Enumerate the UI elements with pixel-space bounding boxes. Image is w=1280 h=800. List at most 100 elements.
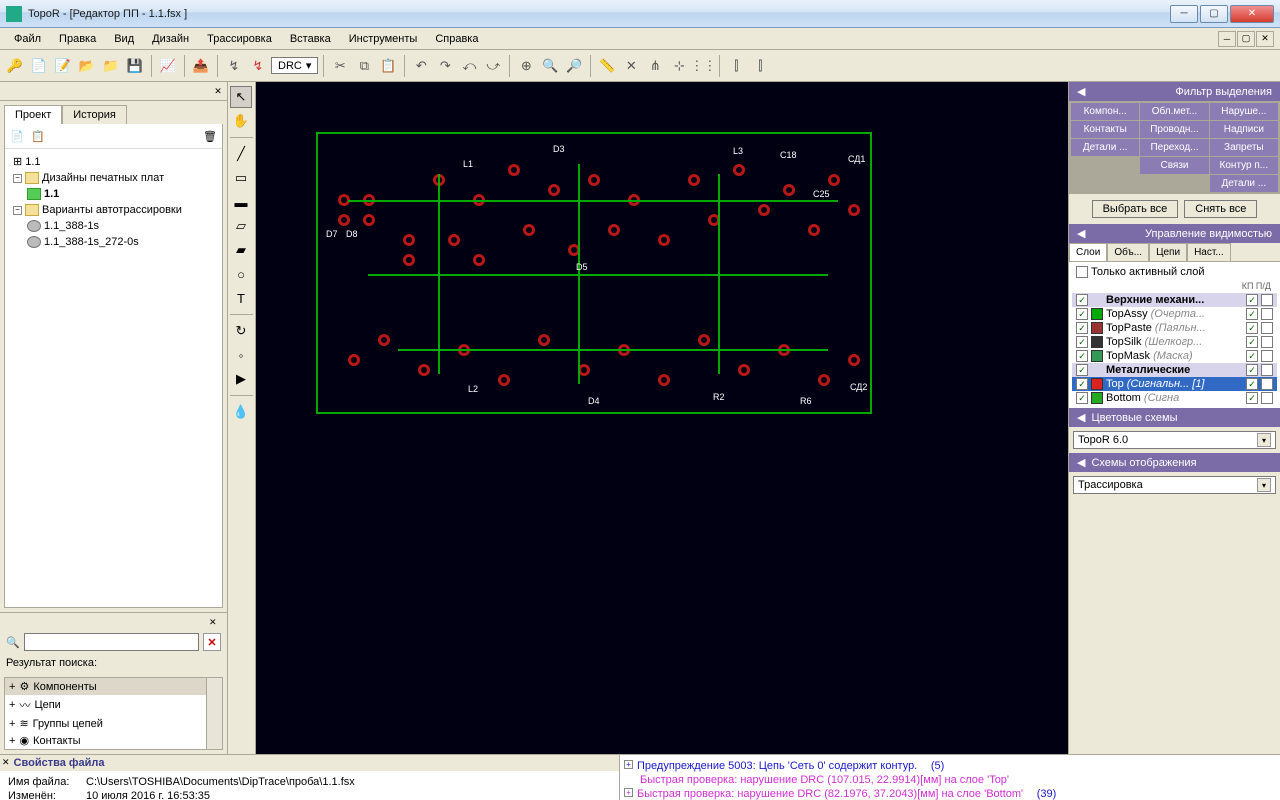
layer-cb2[interactable]: ✓ [1246, 392, 1258, 404]
undo-icon[interactable]: ↶ [410, 55, 432, 77]
zoomout-icon[interactable]: 🔎 [563, 55, 585, 77]
poly2-tool-icon[interactable]: ▰ [230, 239, 252, 261]
vis-tab-objects[interactable]: Объ... [1107, 243, 1149, 261]
filter-wires[interactable]: Проводн... [1140, 121, 1208, 138]
filter-keepouts[interactable]: Запреты [1210, 139, 1278, 156]
circle-tool-icon[interactable]: ○ [230, 263, 252, 285]
filter-copper[interactable]: Обл.мет... [1140, 103, 1208, 120]
tool5-icon[interactable]: ⫿ [749, 55, 771, 77]
result-pads[interactable]: +◉Контакты [5, 732, 206, 749]
chart-icon[interactable]: 📈 [157, 55, 179, 77]
tab-history[interactable]: История [62, 105, 127, 124]
drc-message[interactable]: Быстрая проверка: нарушение DRC (107.015… [624, 773, 1276, 787]
maximize-button[interactable]: ▢ [1200, 5, 1228, 23]
vis-tab-nets[interactable]: Цепи [1149, 243, 1187, 261]
color-scheme-combo[interactable]: TopoR 6.0▾ [1073, 431, 1276, 449]
result-netgroups[interactable]: +≋Группы цепей [5, 715, 206, 732]
redo2-icon[interactable]: ⤻ [482, 55, 504, 77]
layer-row[interactable]: ✓TopPaste (Паяльн...✓ [1072, 321, 1277, 335]
layer-checkbox[interactable]: ✓ [1076, 322, 1088, 334]
poly-tool-icon[interactable]: ▱ [230, 215, 252, 237]
filter-violations[interactable]: Наруше... [1210, 103, 1278, 120]
menu-file[interactable]: Файл [6, 31, 49, 47]
menu-insert[interactable]: Вставка [282, 31, 339, 47]
new-icon[interactable]: 📄 [28, 55, 50, 77]
menu-tools[interactable]: Инструменты [341, 31, 426, 47]
close-button[interactable]: ✕ [1230, 5, 1274, 23]
tool4-icon[interactable]: ⫿ [725, 55, 747, 77]
minimize-button[interactable]: ─ [1170, 5, 1198, 23]
tree-design[interactable]: 1.1 [9, 186, 218, 202]
rotate-tool-icon[interactable]: ↻ [230, 320, 252, 342]
tree-root[interactable]: ⊞1.1 [9, 153, 218, 170]
layer-cb2[interactable]: ✓ [1246, 378, 1258, 390]
layer-checkbox[interactable]: ✓ [1076, 336, 1088, 348]
save-icon[interactable]: 💾 [124, 55, 146, 77]
menu-edit[interactable]: Правка [51, 31, 104, 47]
layer-cb3[interactable] [1261, 350, 1273, 362]
layer-row[interactable]: ✓Bottom (Сигна✓ [1072, 391, 1277, 405]
undo2-icon[interactable]: ⤺ [458, 55, 480, 77]
layer-cb3[interactable] [1261, 322, 1273, 334]
menu-help[interactable]: Справка [427, 31, 486, 47]
search-close-icon[interactable]: ✕ [209, 617, 223, 631]
filter-vias[interactable]: Переход... [1140, 139, 1208, 156]
select-all-button[interactable]: Выбрать все [1092, 200, 1179, 218]
layer-checkbox[interactable]: ✓ [1076, 350, 1088, 362]
layer-cb3[interactable] [1261, 308, 1273, 320]
layer-checkbox[interactable]: ✓ [1076, 308, 1088, 320]
mdi-restore-button[interactable]: ▢ [1237, 31, 1255, 47]
open-icon[interactable]: 📂 [76, 55, 98, 77]
layer-checkbox[interactable]: ✓ [1076, 392, 1088, 404]
layer-row[interactable]: ✓TopAssy (Очерта...✓ [1072, 307, 1277, 321]
tree-variant1[interactable]: 1.1_388-1s [9, 218, 218, 234]
layer-cb2[interactable]: ✓ [1246, 294, 1258, 306]
layer-cb2[interactable]: ✓ [1246, 322, 1258, 334]
search-input[interactable] [24, 633, 199, 651]
via-tool-icon[interactable]: ◦ [230, 344, 252, 366]
panel-close-icon[interactable]: ✕ [211, 84, 225, 98]
display-scheme-combo[interactable]: Трассировка▾ [1073, 476, 1276, 494]
search-clear-button[interactable]: ✕ [203, 633, 221, 651]
add-icon[interactable]: 📄 [8, 127, 26, 145]
redo-icon[interactable]: ↷ [434, 55, 456, 77]
play-tool-icon[interactable]: ▶ [230, 368, 252, 390]
warning-message[interactable]: +Предупреждение 5003: Цепь 'Сеть 0' соде… [624, 759, 1276, 773]
layer-cb2[interactable]: ✓ [1246, 336, 1258, 348]
layer-cb3[interactable] [1261, 364, 1273, 376]
mdi-minimize-button[interactable]: ─ [1218, 31, 1236, 47]
key-icon[interactable]: 🔑 [4, 55, 26, 77]
vis-tab-settings[interactable]: Наст... [1187, 243, 1231, 261]
layer-cb3[interactable] [1261, 378, 1273, 390]
tool3-icon[interactable]: ⋮⋮ [692, 55, 714, 77]
select-tool-icon[interactable]: ↖ [230, 86, 252, 108]
drop-tool-icon[interactable]: 💧 [230, 401, 252, 423]
deselect-all-button[interactable]: Снять все [1184, 200, 1257, 218]
layer-checkbox[interactable]: ✓ [1076, 294, 1088, 306]
filter-details2[interactable]: Детали ... [1210, 175, 1278, 192]
layer-checkbox[interactable]: ✓ [1076, 378, 1088, 390]
layer-row[interactable]: ✓Верхние механи...✓ [1072, 293, 1277, 307]
vis-tab-layers[interactable]: Слои [1069, 243, 1107, 261]
layer-cb2[interactable]: ✓ [1246, 364, 1258, 376]
drc-dropdown[interactable]: DRC▾ [271, 57, 318, 74]
del-icon[interactable]: ✕ [620, 55, 642, 77]
copy-icon[interactable]: ⧉ [353, 55, 375, 77]
tree-folder-variants[interactable]: −Варианты автотрассировки [9, 202, 218, 218]
tree-folder-designs[interactable]: −Дизайны печатных плат [9, 170, 218, 186]
results-scrollbar[interactable] [206, 678, 222, 749]
filter-connections[interactable]: Связи [1140, 157, 1208, 174]
result-components[interactable]: +⚙Компоненты [5, 678, 206, 695]
filter-outline[interactable]: Контур п... [1210, 157, 1278, 174]
measure-icon[interactable]: 📏 [596, 55, 618, 77]
rect2-tool-icon[interactable]: ▬ [230, 191, 252, 213]
pan-tool-icon[interactable]: ✋ [230, 110, 252, 132]
filter-details[interactable]: Детали ... [1071, 139, 1139, 156]
layer-cb3[interactable] [1261, 392, 1273, 404]
layer-row[interactable]: ✓Металлические✓ [1072, 363, 1277, 377]
tree-variant2[interactable]: 1.1_388-1s_272-0s [9, 234, 218, 250]
zoomfit-icon[interactable]: ⊕ [515, 55, 537, 77]
trash-icon[interactable]: 🗑 [201, 127, 219, 145]
folder-icon[interactable]: 📁 [100, 55, 122, 77]
layer-cb2[interactable]: ✓ [1246, 350, 1258, 362]
